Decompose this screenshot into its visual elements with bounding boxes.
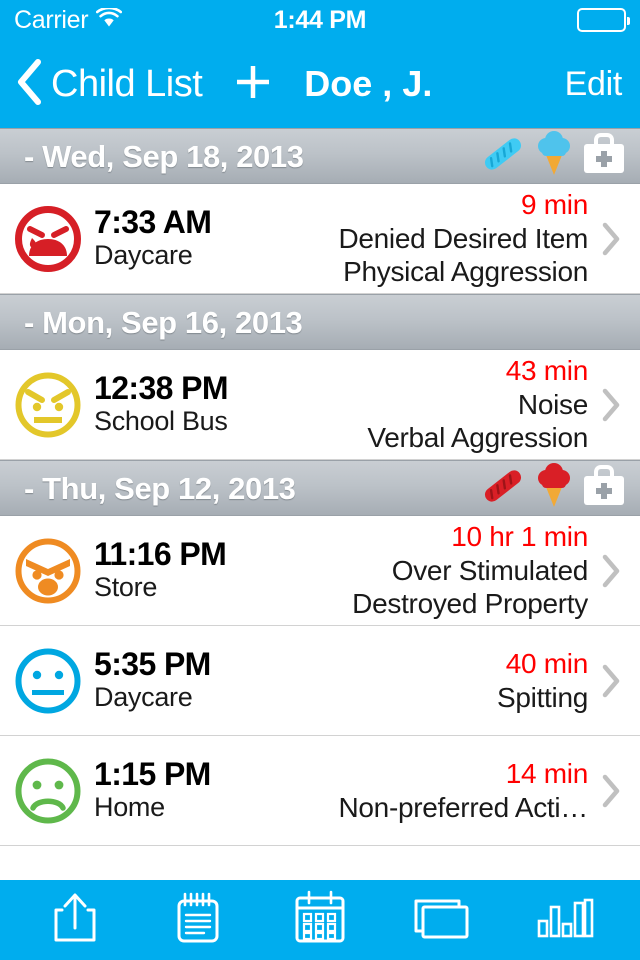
- incident-antecedent: Over Stimulated: [391, 554, 588, 586]
- incident-row[interactable]: 7:33 AM Daycare 9 min Denied Desired Item Ph…: [0, 184, 640, 294]
- incident-time: 1:15 PM: [94, 755, 211, 792]
- calendar-button[interactable]: [259, 880, 381, 960]
- crying-face-icon: [10, 204, 86, 274]
- section-icon-group: [478, 461, 628, 515]
- chevron-right-icon[interactable]: [598, 221, 624, 257]
- back-button-label: Child List: [51, 63, 203, 105]
- section-date-label: - Wed, Sep 18, 2013: [24, 138, 304, 174]
- incident-location: School Bus: [94, 406, 228, 437]
- medical-bag-icon: [580, 131, 628, 182]
- chevron-right-icon[interactable]: [598, 553, 624, 589]
- incident-row-right: 10 hr 1 min Over Stimulated Destroyed Prop…: [264, 520, 598, 621]
- bread-icon: [478, 129, 528, 184]
- incident-duration: 40 min: [505, 647, 589, 679]
- incident-location: Daycare: [94, 682, 193, 713]
- wifi-icon: [96, 6, 123, 33]
- section-header: - Mon, Sep 16, 2013: [0, 294, 640, 350]
- add-button[interactable]: [232, 61, 274, 108]
- incident-time: 11:16 PM: [94, 535, 227, 572]
- bar-chart-icon: [535, 895, 595, 946]
- incident-antecedent: Denied Desired Item: [338, 222, 588, 254]
- incident-row[interactable]: 5:35 PM Daycare 40 min Spitting: [0, 626, 640, 736]
- bottom-toolbar: [0, 880, 640, 960]
- incident-antecedent: Noise: [517, 388, 588, 420]
- incident-duration: 14 min: [505, 757, 589, 789]
- notes-button[interactable]: [136, 880, 258, 960]
- incident-duration: 43 min: [505, 355, 589, 387]
- section-header: - Wed, Sep 18, 2013: [0, 128, 640, 184]
- incident-row-left: 5:35 PM Daycare: [94, 645, 264, 715]
- calendar-icon: [292, 889, 348, 952]
- incident-row[interactable]: 1:15 PM Home 14 min Non-preferred Acti…: [0, 736, 640, 846]
- incident-row[interactable]: 12:38 PM School Bus 43 min Noise Verbal Aggr…: [0, 350, 640, 460]
- cards-button[interactable]: [381, 880, 503, 960]
- chevron-right-icon[interactable]: [598, 663, 624, 699]
- incident-behavior: Physical Aggression: [343, 256, 588, 288]
- status-bar: Carrier 1:44 PM: [0, 0, 640, 40]
- status-bar-left: Carrier: [14, 5, 123, 34]
- incident-antecedent: Non-preferred Acti…: [338, 791, 588, 823]
- incident-time: 5:35 PM: [94, 645, 211, 682]
- chevron-right-icon[interactable]: [598, 387, 624, 423]
- plus-icon: [232, 61, 274, 108]
- incident-row-left: 11:16 PM Store: [94, 535, 264, 605]
- section-date-label: - Thu, Sep 12, 2013: [24, 470, 296, 506]
- incident-row-left: 12:38 PM School Bus: [94, 369, 264, 439]
- medical-bag-icon: [580, 463, 628, 514]
- neutral-face-icon: [10, 646, 86, 716]
- incident-row-left: 1:15 PM Home: [94, 755, 264, 825]
- incident-list[interactable]: - Wed, Sep 18, 2013 7:33 AM Daycare 9 min De…: [0, 128, 640, 880]
- incident-duration: 9 min: [521, 189, 588, 221]
- ice-cream-icon: [534, 461, 574, 516]
- navigation-bar: Child List Doe , J. Edit: [0, 40, 640, 128]
- page-title: Doe , J.: [304, 63, 433, 104]
- incident-location: Daycare: [94, 240, 193, 271]
- incident-behavior: Verbal Aggression: [367, 422, 588, 454]
- incident-antecedent: Spitting: [497, 681, 588, 713]
- ice-cream-icon: [534, 129, 574, 184]
- bread-icon: [478, 461, 528, 516]
- section-icon-group: [478, 129, 628, 183]
- incident-row-right: 14 min Non-preferred Acti…: [264, 757, 598, 824]
- back-button[interactable]: Child List: [16, 58, 203, 110]
- incident-row-left: 7:33 AM Daycare: [94, 203, 264, 273]
- sad-face-icon: [10, 756, 86, 826]
- incident-row-right: 43 min Noise Verbal Aggression: [264, 354, 598, 455]
- chevron-right-icon[interactable]: [598, 773, 624, 809]
- incident-duration: 10 hr 1 min: [451, 521, 588, 553]
- incident-row-right: 9 min Denied Desired Item Physical Aggress…: [264, 188, 598, 289]
- carrier-label: Carrier: [14, 5, 89, 34]
- cards-icon: [412, 893, 472, 948]
- chevron-left-icon: [16, 58, 42, 110]
- angry-face-icon: [10, 370, 86, 440]
- share-icon: [49, 890, 101, 951]
- incident-time: 7:33 AM: [94, 203, 212, 240]
- edit-button[interactable]: Edit: [565, 67, 623, 101]
- section-header: - Thu, Sep 12, 2013: [0, 460, 640, 516]
- incident-time: 12:38 PM: [94, 369, 229, 406]
- incident-row[interactable]: 11:16 PM Store 10 hr 1 min Over Stimulated D…: [0, 516, 640, 626]
- incident-row-right: 40 min Spitting: [264, 647, 598, 714]
- status-bar-right: [577, 8, 630, 32]
- share-button[interactable]: [14, 880, 136, 960]
- notepad-icon: [171, 890, 225, 951]
- incident-location: Store: [94, 572, 158, 603]
- reports-button[interactable]: [504, 880, 626, 960]
- incident-behavior: Destroyed Property: [352, 588, 588, 620]
- app-root: Carrier 1:44 PM Child List Doe , J. Edit…: [0, 0, 640, 960]
- incident-location: Home: [94, 792, 165, 823]
- section-date-label: - Mon, Sep 16, 2013: [24, 304, 303, 340]
- shouting-face-icon: [10, 536, 86, 606]
- battery-icon: [577, 8, 630, 32]
